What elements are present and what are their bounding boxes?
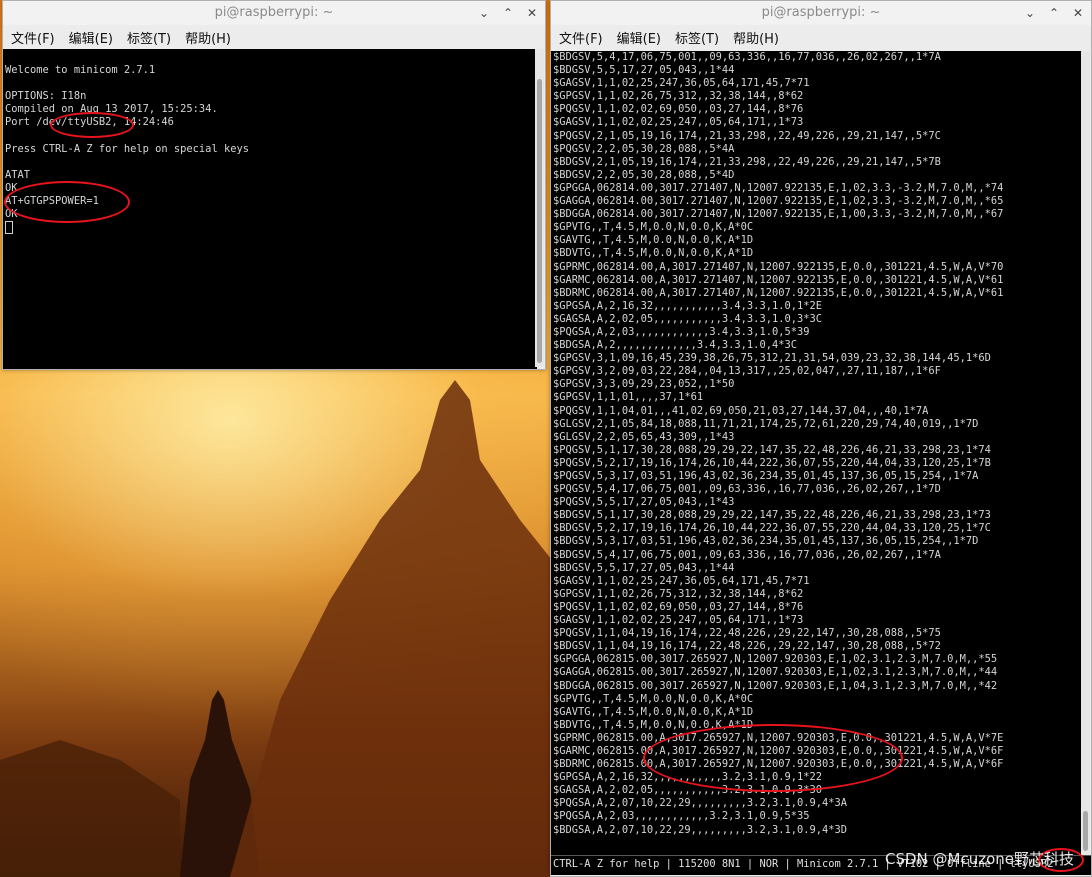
terminal-line: $GPGSV,1,1,02,26,75,312,,32,38,144,,8*62 (553, 90, 804, 103)
annotation-port-circle (50, 112, 134, 138)
terminal-line: $PQGSV,2,1,05,19,16,174,,21,33,298,,22,4… (553, 129, 941, 142)
terminal-line: $BDGSA,A,2,,,,,,,,,,,,,3.4,3.3,1.0,4*3C (553, 339, 797, 352)
left-window-controls: ⌄ ⌃ ✕ (477, 1, 539, 25)
terminal-line: OPTIONS: I18n (5, 90, 87, 103)
terminal-line: Press CTRL-A Z for help on special keys (5, 142, 249, 155)
menu-help[interactable]: 帮助(H) (733, 28, 779, 47)
terminal-line: $BDGSV,5,4,17,06,75,001,,09,63,336,,16,7… (553, 51, 941, 63)
terminal-line: ATAT (5, 168, 31, 181)
terminal-line: $GAGSV,1,1,02,02,25,247,,05,64,171,,1*73 (553, 614, 804, 627)
terminal-line: $BDGGA,062814.00,3017.271407,N,12007.922… (553, 208, 1004, 221)
terminal-line: $BDRMC,062814.00,A,3017.271407,N,12007.9… (553, 286, 1004, 299)
maximize-icon[interactable]: ⌃ (501, 1, 515, 25)
annotation-rmc-circle (643, 724, 903, 792)
terminal-line: $GLGSV,2,1,05,84,18,088,11,71,21,174,25,… (553, 417, 979, 430)
terminal-line: $BDVTG,,T,4.5,M,0.0,N,0.0,K,A*1D (553, 247, 754, 260)
terminal-line: $BDGSV,5,2,17,19,16,174,26,10,44,222,36,… (553, 522, 991, 535)
right-titlebar[interactable]: pi@raspberrypi: ~ ⌄ ⌃ ✕ (551, 1, 1091, 25)
left-titlebar[interactable]: pi@raspberrypi: ~ ⌄ ⌃ ✕ (3, 1, 545, 25)
terminal-line: $GAVTG,,T,4.5,M,0.0,N,0.0,K,A*1D (553, 705, 754, 718)
terminal-line: $BDGSV,5,5,17,27,05,043,,1*44 (553, 561, 735, 574)
terminal-line: $BDGSV,5,5,17,27,05,043,,1*44 (553, 64, 735, 77)
terminal-line: $GPGSV,1,1,01,,,,37,1*61 (553, 391, 704, 404)
watermark: CSDN @Mcuzone野芯科技 (884, 850, 1074, 868)
terminal-line: $GPGGA,062815.00,3017.265927,N,12007.920… (553, 653, 998, 666)
terminal-line: $GAGGA,062814.00,3017.271407,N,12007.922… (553, 195, 1004, 208)
left-scrollbar[interactable] (535, 49, 544, 367)
close-icon[interactable]: ✕ (1071, 1, 1085, 25)
close-icon[interactable]: ✕ (525, 1, 539, 25)
terminal-line: $PQGSV,1,1,02,02,69,050,,03,27,144,,8*76 (553, 600, 804, 613)
right-menubar: 文件(F) 编辑(E) 标签(T) 帮助(H) (551, 25, 1091, 49)
menu-edit[interactable]: 编辑(E) (69, 28, 113, 47)
terminal-line: $GPGSV,3,3,09,29,23,052,,1*50 (553, 378, 735, 391)
terminal-line: $GPGSV,3,1,09,16,45,239,38,26,75,312,21,… (553, 352, 991, 365)
terminal-line: $GPGSA,A,2,16,32,,,,,,,,,,,3.4,3.3,1.0,1… (553, 299, 822, 312)
terminal-line: $GAGSA,A,2,02,05,,,,,,,,,,,3.4,3.3,1.0,3… (553, 312, 822, 325)
menu-file[interactable]: 文件(F) (559, 28, 603, 47)
left-menubar: 文件(F) 编辑(E) 标签(T) 帮助(H) (3, 25, 545, 49)
terminal-line: $GAGSV,1,1,02,25,247,36,05,64,171,45,7*7… (553, 574, 810, 587)
terminal-line: $PQGSV,1,1,02,02,69,050,,03,27,144,,8*76 (553, 103, 804, 116)
terminal-line: $BDGSV,1,1,04,19,16,174,,22,48,226,,29,2… (553, 640, 941, 653)
terminal-line: $BDGSV,2,1,05,19,16,174,,21,33,298,,22,4… (553, 155, 941, 168)
terminal-line: $PQGSV,1,1,04,01,,,41,02,69,050,21,03,27… (553, 404, 929, 417)
annotation-command-circle (4, 181, 130, 223)
terminal-line: $BDGSV,5,3,17,03,51,196,43,02,36,234,35,… (553, 535, 979, 548)
maximize-icon[interactable]: ⌃ (1047, 1, 1061, 25)
menu-tabs[interactable]: 标签(T) (127, 28, 171, 47)
terminal-line: $PQGSA,A,2,07,10,22,29,,,,,,,,,3.2,3.1,0… (553, 797, 848, 810)
right-window-title: pi@raspberrypi: ~ (761, 5, 881, 20)
terminal-line: $BDGSV,5,1,17,30,28,088,29,29,22,147,35,… (553, 509, 991, 522)
terminal-line: $GLGSV,2,2,05,65,43,309,,1*43 (553, 430, 735, 443)
terminal-line: $GPGGA,062814.00,3017.271407,N,12007.922… (553, 181, 1004, 194)
menu-help[interactable]: 帮助(H) (185, 28, 231, 47)
menu-file[interactable]: 文件(F) (11, 28, 55, 47)
terminal-line: $BDGSV,5,4,17,06,75,001,,09,63,336,,16,7… (553, 548, 941, 561)
terminal-cursor (5, 221, 535, 235)
terminal-line: $BDGSV,2,2,05,30,28,088,,5*4D (553, 168, 735, 181)
terminal-line: $GPVTG,,T,4.5,M,0.0,N,0.0,K,A*0C (553, 692, 754, 705)
terminal-line: $BDGGA,062815.00,3017.265927,N,12007.920… (553, 679, 998, 692)
terminal-line: $GARMC,062814.00,A,3017.271407,N,12007.9… (553, 273, 1004, 286)
terminal-line: $PQGSV,5,3,17,03,51,196,43,02,36,234,35,… (553, 470, 979, 482)
terminal-line: $GPGSV,1,1,02,26,75,312,,32,38,144,,8*62 (553, 587, 804, 600)
terminal-line: $GPGSV,3,2,09,03,22,284,,04,13,317,,25,0… (553, 365, 941, 378)
left-window-title: pi@raspberrypi: ~ (214, 5, 334, 20)
cursor-icon (5, 221, 13, 235)
minimize-icon[interactable]: ⌄ (477, 1, 491, 25)
terminal-line: $GPVTG,,T,4.5,M,0.0,N,0.0,K,A*0C (553, 221, 754, 234)
left-scroll-thumb[interactable] (537, 79, 542, 363)
terminal-line: $PQGSV,5,1,17,30,28,088,29,29,22,147,35,… (553, 443, 991, 456)
terminal-line: $PQGSV,5,5,17,27,05,043,,1*43 (553, 496, 735, 509)
right-scroll-thumb[interactable] (1083, 811, 1088, 851)
terminal-line: $PQGSA,A,2,03,,,,,,,,,,,,3.4,3.3,1.0,5*3… (553, 325, 810, 338)
terminal-line: $PQGSV,5,2,17,19,16,174,26,10,44,222,36,… (553, 456, 991, 469)
terminal-line: $PQGSV,2,2,05,30,28,088,,5*4A (553, 142, 735, 155)
terminal-line: Welcome to minicom 2.7.1 (5, 64, 156, 77)
right-window-controls: ⌄ ⌃ ✕ (1023, 1, 1085, 25)
right-scrollbar[interactable] (1081, 51, 1090, 855)
terminal-line: $PQGSA,A,2,03,,,,,,,,,,,,3.2,3.1,0.9,5*3… (553, 810, 810, 823)
terminal-line: $GAVTG,,T,4.5,M,0.0,N,0.0,K,A*1D (553, 234, 754, 247)
terminal-line: $PQGSV,5,4,17,06,75,001,,09,63,336,,16,7… (553, 483, 941, 496)
minimize-icon[interactable]: ⌄ (1023, 1, 1037, 25)
terminal-line: $GPRMC,062814.00,A,3017.271407,N,12007.9… (553, 260, 1004, 273)
menu-tabs[interactable]: 标签(T) (675, 28, 719, 47)
terminal-line: $GAGSV,1,1,02,25,247,36,05,64,171,45,7*7… (553, 77, 810, 90)
terminal-line: $PQGSV,1,1,04,19,16,174,,22,48,226,,29,2… (553, 627, 941, 640)
menu-edit[interactable]: 编辑(E) (617, 28, 661, 47)
terminal-line: $GAGGA,062815.00,3017.265927,N,12007.920… (553, 666, 998, 679)
terminal-line: $BDGSA,A,2,07,10,22,29,,,,,,,,,3.2,3.1,0… (553, 823, 848, 836)
terminal-line: $GAGSV,1,1,02,02,25,247,,05,64,171,,1*73 (553, 116, 804, 129)
